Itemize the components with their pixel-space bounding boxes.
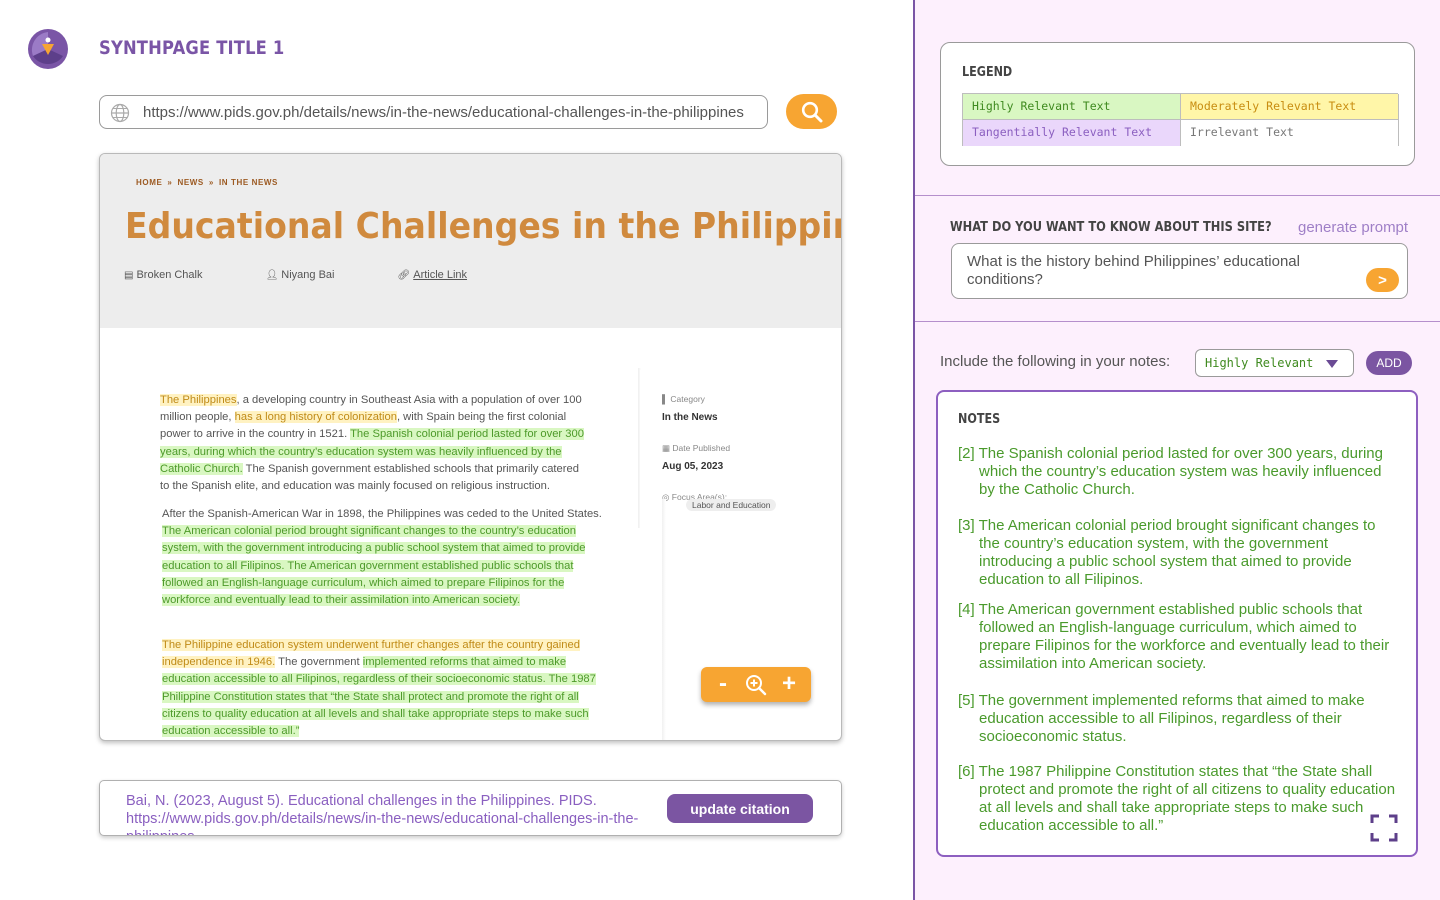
file-icon: ▌ [662,394,669,404]
logo-icon [28,29,68,69]
note-item[interactable]: [3] The American colonial period brought… [958,517,1398,589]
moderately-relevant-span[interactable]: The Philippines [160,394,237,406]
user-icon: 👤︎ [265,270,279,281]
note-item[interactable]: [6] The 1987 Philippine Constitution sta… [958,763,1398,835]
prompt-input[interactable]: What is the history behind Philippines’ … [951,243,1408,299]
article-source-label: Broken Chalk [136,269,203,281]
legend-highly-relevant: Highly Relevant Text [963,94,1181,120]
legend-moderately-relevant: Moderately Relevant Text [1181,94,1399,120]
date-label-text: Date Published [672,443,731,453]
divider [915,321,1440,322]
zoom-out-button[interactable]: - [707,667,739,702]
moderately-relevant-span[interactable]: has a long history of colonization [234,411,397,424]
legend: LEGEND Highly Relevant Text Moderately R… [940,42,1415,166]
url-input[interactable] [143,96,761,128]
breadcrumb-home[interactable]: HOME [136,178,162,187]
search-button[interactable] [786,94,837,129]
breadcrumb-in-the-news[interactable]: IN THE NEWS [219,178,278,187]
article-paragraph-1: The Philippines, a developing country in… [160,392,590,499]
fullscreen-icon[interactable] [1370,814,1398,842]
prompt-text[interactable]: What is the history behind Philippines’ … [967,253,1347,289]
date-label: ▦ Date Published [662,443,730,454]
citation-text: Bai, N. (2023, August 5). Educational ch… [126,793,639,835]
article-meta: ▤ Broken Chalk 👤︎ Niyang Bai 🔗︎ Article Lin… [124,269,527,281]
article-title: Educational Challenges in the Philippine… [125,206,842,247]
article-paragraph-2: After the Spanish-American War in 1898, … [162,506,612,609]
article-link[interactable]: 🔗︎ Article Link [398,269,498,281]
right-panel: LEGEND Highly Relevant Text Moderately R… [913,0,1440,900]
prompt-submit-button[interactable]: > [1366,268,1399,292]
article-paragraph-3: The Philippine education system underwen… [162,637,612,740]
zoom-in-icon[interactable] [745,674,767,696]
highly-relevant-span[interactable]: The American colonial period brought sig… [162,525,586,607]
text-span: After the Spanish-American War in 1898, … [162,508,602,520]
add-notes-button[interactable]: ADD [1366,351,1412,375]
note-item[interactable]: [5] The government implemented reforms t… [958,692,1398,746]
category-value[interactable]: In the News [662,412,718,423]
prompt-heading: WHAT DO YOU WANT TO KNOW ABOUT THIS SITE… [950,220,1272,235]
legend-tangentially-relevant: Tangentially Relevant Text [963,120,1181,146]
url-bar [99,95,768,129]
search-icon [801,101,823,123]
focus-tag[interactable]: Labor and Education [686,499,777,511]
content-divider [662,499,666,740]
notes-filter-label: Include the following in your notes: [940,353,1171,370]
highly-relevant-span[interactable]: implemented reforms that aimed to make e… [162,656,596,738]
zoom-controls: - + [701,667,811,702]
link-icon: 🔗︎ [397,270,411,281]
article-author: 👤︎ Niyang Bai [266,269,365,281]
article-header: HOME » NEWS » IN THE NEWS Educational Challe… [100,154,842,328]
breadcrumb-news[interactable]: NEWS [177,178,203,187]
category-label: ▌ Category [662,394,705,404]
text-span: The government [275,656,363,669]
relevance-select-value: Highly Relevant [1205,356,1314,370]
generate-prompt-link[interactable]: generate prompt [1298,219,1408,236]
globe-icon [110,103,130,123]
legend-grid: Highly Relevant Text Moderately Relevant… [962,93,1399,146]
chevron-down-icon [1326,360,1338,368]
notes-panel: NOTES [2] The Spanish colonial period la… [936,390,1418,857]
update-citation-button[interactable]: update citation [667,794,813,823]
breadcrumb-separator: » [167,178,173,187]
article-link-label[interactable]: Article Link [413,269,467,281]
legend-title: LEGEND [962,65,1013,80]
notes-title: NOTES [958,412,1001,427]
article-source: ▤ Broken Chalk [124,269,233,281]
zoom-in-button[interactable]: + [773,667,805,702]
page-title: SYNTHPAGE TITLE 1 [99,37,285,59]
legend-irrelevant: Irrelevant Text [1181,120,1399,146]
note-item[interactable]: [2] The Spanish colonial period lasted f… [958,445,1398,499]
note-item[interactable]: [4] The American government established … [958,601,1398,673]
breadcrumb-separator: » [208,178,214,187]
article-author-label: Niyang Bai [281,269,335,281]
article-viewer[interactable]: HOME » NEWS » IN THE NEWS Educational Challe… [99,153,842,741]
calendar-icon: ▦ [662,443,671,453]
category-label-text: Category [670,394,705,404]
relevance-select[interactable]: Highly Relevant [1195,349,1354,377]
book-icon: ▤ [124,270,134,281]
breadcrumb: HOME » NEWS » IN THE NEWS [136,178,278,187]
divider [915,195,1440,196]
citation-box: Bai, N. (2023, August 5). Educational ch… [99,780,842,836]
date-value: Aug 05, 2023 [662,461,724,472]
